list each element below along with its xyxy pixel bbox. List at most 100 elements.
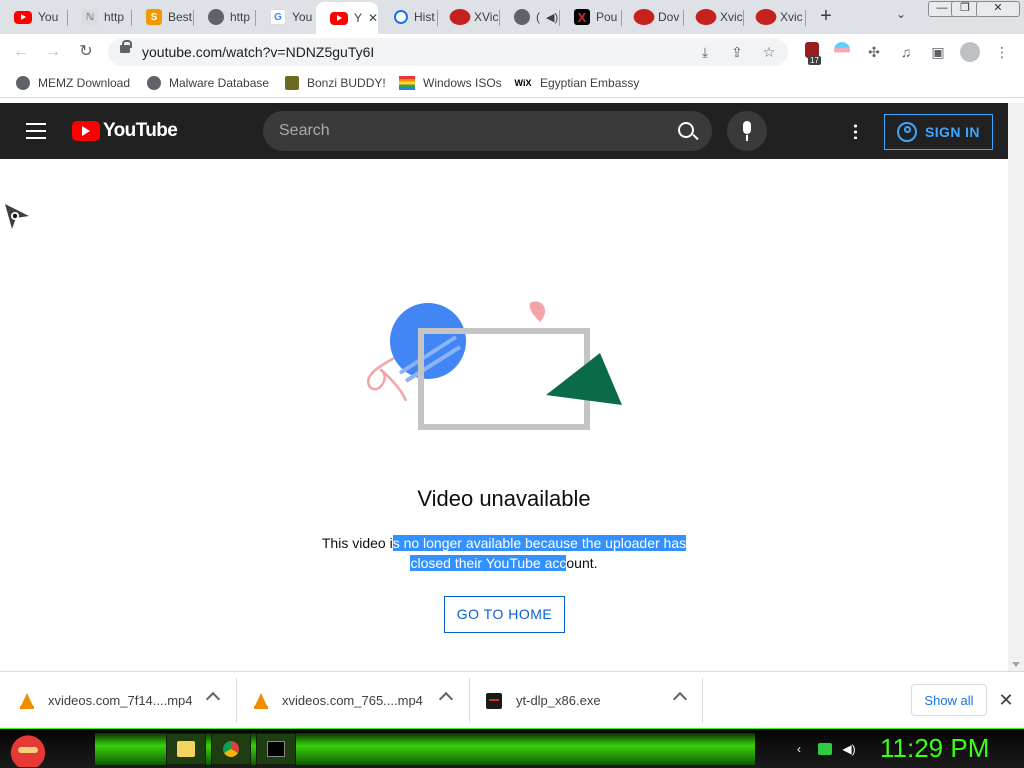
red-blot-icon [695, 9, 717, 25]
taskbar-chrome[interactable] [211, 733, 251, 765]
taskbar-command-prompt[interactable] [256, 733, 296, 765]
folder-icon [177, 741, 195, 757]
address-bar[interactable]: youtube.com/watch?v=NDNZ5guTy6I ⤓ ⇪ ☆ [108, 38, 788, 66]
rainbow-flag-icon [399, 76, 415, 90]
tab-xvideos-3[interactable]: Xvic [744, 4, 806, 30]
close-window-button[interactable]: ✕ [976, 1, 1020, 17]
search-input[interactable] [279, 120, 659, 142]
s-logo-icon: S [146, 9, 162, 25]
extension-badge: 17 [808, 56, 821, 65]
media-control-icon[interactable]: ♫ [896, 42, 916, 62]
eye-cursor-icon [5, 204, 29, 229]
forward-arrow-icon[interactable]: → [42, 42, 64, 64]
taskbar-file-explorer[interactable] [166, 733, 206, 765]
tab-label: Pou [596, 10, 618, 24]
bookmark-label: Windows ISOs [423, 76, 502, 90]
tab-xvideos-2[interactable]: Xvic [684, 4, 744, 30]
go-to-home-button[interactable]: GO TO HOME [444, 596, 565, 633]
bookmark-label: Bonzi BUDDY! [307, 76, 386, 90]
pink-petal-shape [529, 301, 546, 322]
bookmark-egyptian-embassy[interactable]: WiX Egyptian Embassy [514, 76, 640, 90]
browser-toolbar: ← → ↻ youtube.com/watch?v=NDNZ5guTy6I ⤓ … [0, 34, 1024, 70]
youtube-wordmark: YouTube [103, 120, 178, 141]
address-url[interactable]: youtube.com/watch?v=NDNZ5guTy6I [142, 44, 374, 60]
tab-pou[interactable]: X Pou [560, 4, 622, 30]
start-button-angry-bird-icon[interactable] [10, 731, 46, 767]
lock-icon[interactable] [120, 40, 132, 53]
bookmark-malware-database[interactable]: Malware Database [147, 76, 269, 90]
side-panel-icon[interactable]: ▣ [928, 42, 948, 62]
tab-youtube-active[interactable]: Y ✕ [316, 2, 378, 34]
tab-search-chevron-icon[interactable]: ⌄ [896, 7, 906, 21]
scroll-down-arrow-icon[interactable] [1012, 662, 1020, 667]
os-taskbar: ‹ ◀) 11:29 PM [0, 728, 1024, 768]
download-item[interactable]: yt-dlp_x86.exe [466, 672, 702, 729]
youtube-play-icon [72, 121, 100, 141]
maximize-button[interactable]: ❐ [951, 1, 979, 17]
bookmark-windows-isos[interactable]: Windows ISOs [399, 76, 502, 90]
tab-divider [805, 10, 806, 26]
tab-http-2[interactable]: http [194, 4, 256, 30]
tab-history[interactable]: Hist [380, 4, 438, 30]
new-tab-button[interactable]: + [816, 5, 836, 28]
profile-avatar-icon[interactable] [960, 42, 980, 62]
bookmark-memz[interactable]: MEMZ Download [16, 76, 130, 90]
volume-icon[interactable]: ◀) [841, 741, 857, 757]
tab-label: Xvic [720, 10, 743, 24]
globe-icon [208, 9, 224, 25]
tab-label: Best [168, 10, 193, 24]
show-all-downloads-button[interactable]: Show all [911, 684, 987, 716]
bookmark-label: MEMZ Download [38, 76, 131, 90]
install-app-icon[interactable]: ⤓ [696, 43, 714, 61]
account-circle-icon [897, 122, 917, 142]
download-filename: yt-dlp_x86.exe [516, 693, 601, 708]
tab-xvideos-1[interactable]: XVic [438, 4, 500, 30]
history-icon [394, 10, 408, 24]
youtube-logo[interactable]: YouTube [72, 120, 178, 142]
bookmark-star-icon[interactable]: ☆ [760, 43, 778, 61]
tab-http-1[interactable]: ℕ http [68, 4, 132, 30]
tab-label: Y [354, 11, 362, 25]
download-item[interactable]: xvideos.com_765....mp4 [234, 672, 470, 729]
tab-best[interactable]: S Best [132, 4, 194, 30]
back-arrow-icon[interactable]: ← [10, 42, 32, 64]
message-text: ount. [566, 555, 598, 571]
download-item[interactable]: xvideos.com_7f14....mp4 [0, 672, 236, 729]
sign-in-button[interactable]: SIGN IN [884, 114, 993, 150]
tab-label: You [292, 10, 313, 24]
tab-youtube-1[interactable]: You [0, 4, 68, 30]
tab-dov[interactable]: Dov [622, 4, 684, 30]
share-icon[interactable]: ⇪ [728, 43, 746, 61]
taskbar-clock[interactable]: 11:29 PM [880, 733, 989, 764]
tab-label: Dov [658, 10, 680, 24]
red-blot-icon [633, 9, 655, 25]
tray-chevron-icon[interactable]: ‹ [791, 741, 807, 757]
tab-close-icon[interactable]: ✕ [368, 11, 378, 25]
bookmarks-bar: MEMZ Download Malware Database Bonzi BUD… [0, 70, 1024, 98]
vlc-cone-icon [254, 692, 268, 709]
google-icon: G [270, 9, 286, 25]
battery-icon[interactable] [818, 743, 832, 755]
extension-flag-icon[interactable] [832, 42, 852, 62]
settings-kebab-icon[interactable] [854, 123, 857, 139]
browser-tab-strip: You ℕ http S Best http G You Y ✕ Hist XV… [0, 0, 1024, 34]
search-icon[interactable] [678, 122, 694, 138]
speaker-icon[interactable]: ◀) [546, 11, 558, 24]
voice-search-mic-icon[interactable] [727, 111, 767, 151]
close-downloads-icon[interactable]: ✕ [998, 691, 1014, 709]
message-text: This video i [321, 535, 393, 551]
tab-audio-playing[interactable]: ( ◀) [500, 4, 560, 30]
globe-icon [147, 76, 161, 90]
bookmark-bonzi-buddy[interactable]: Bonzi BUDDY! [285, 76, 386, 90]
red-blot-icon [755, 9, 777, 25]
video-unavailable-title: Video unavailable [417, 486, 591, 511]
bookmark-label: Egyptian Embassy [540, 76, 640, 90]
page-scrollbar[interactable] [1008, 103, 1024, 671]
hamburger-menu-icon[interactable] [26, 123, 46, 139]
downloads-bar: xvideos.com_7f14....mp4 xvideos.com_765.… [0, 671, 1024, 728]
bonzi-icon [285, 76, 299, 90]
reload-icon[interactable]: ↻ [75, 42, 97, 64]
browser-menu-icon[interactable]: ⋮ [992, 42, 1012, 62]
tab-google-youtube[interactable]: G You [256, 4, 316, 30]
extensions-puzzle-icon[interactable]: ✣ [864, 42, 884, 62]
